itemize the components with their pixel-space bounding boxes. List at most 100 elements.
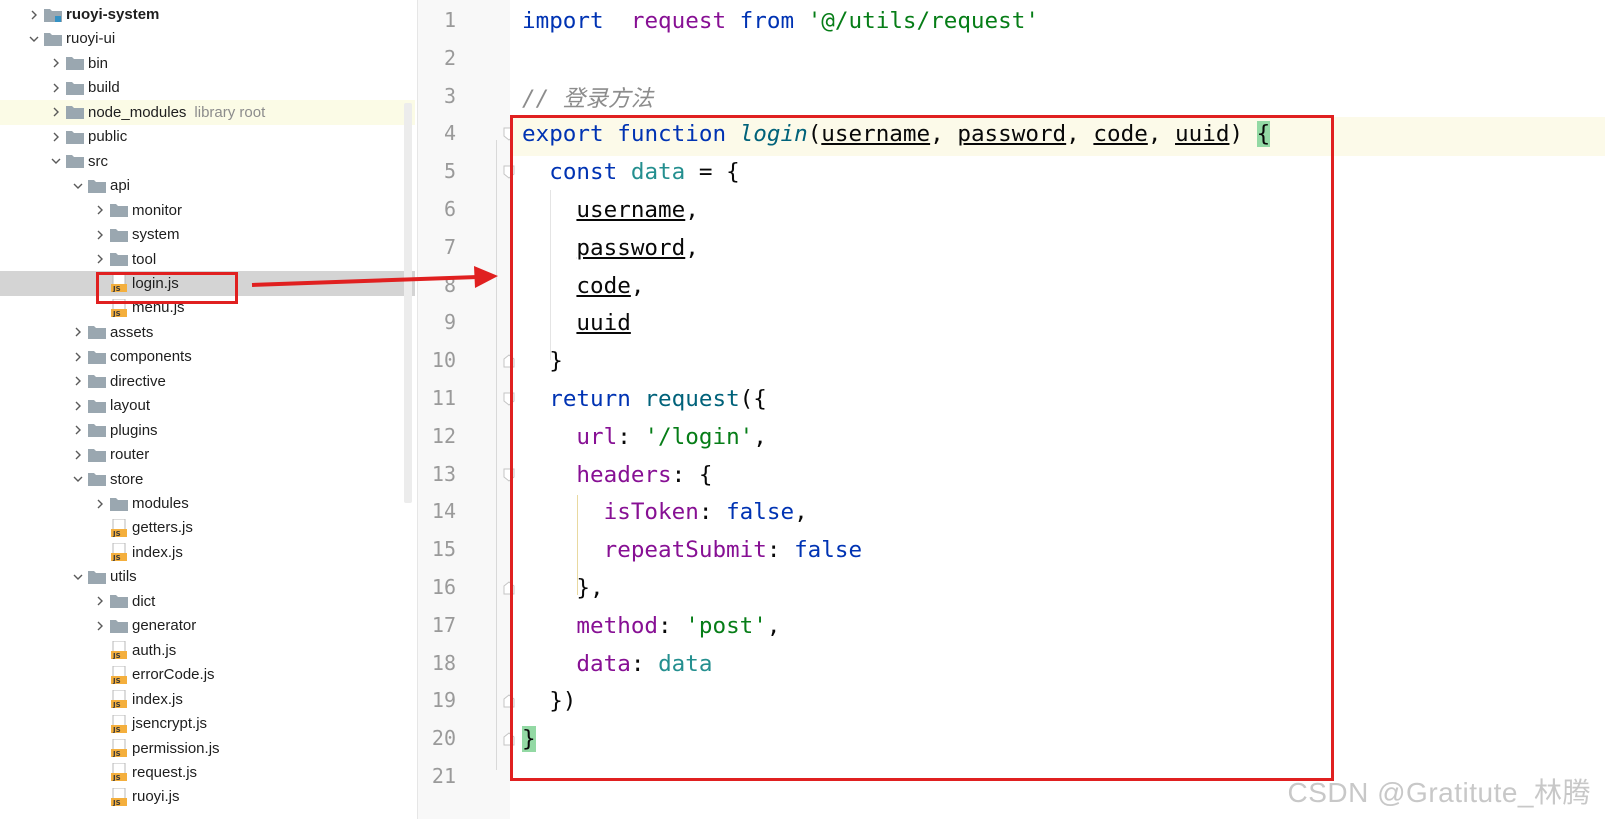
- tree-folder-item[interactable]: layout: [0, 393, 415, 418]
- tree-folder-item[interactable]: public: [0, 124, 415, 149]
- tree-item-label: src: [88, 152, 108, 170]
- tree-scrollbar[interactable]: [404, 103, 412, 503]
- code-token: request: [630, 8, 727, 34]
- tree-folder-item[interactable]: assets: [0, 320, 415, 345]
- chevron-right-icon[interactable]: [72, 393, 84, 418]
- tree-item-label: directive: [110, 372, 166, 390]
- folder-icon: [110, 497, 128, 511]
- tree-file-item[interactable]: JS ruoyi.js: [0, 784, 415, 809]
- tree-file-item[interactable]: JS errorCode.js: [0, 662, 415, 687]
- tree-folder-item[interactable]: components: [0, 344, 415, 369]
- watermark: CSDN @Gratitute_林腾: [1287, 777, 1591, 808]
- js-file-icon: JS: [111, 739, 127, 757]
- tree-folder-item[interactable]: plugins: [0, 418, 415, 443]
- chevron-down-icon[interactable]: [50, 149, 62, 174]
- tree-file-item[interactable]: JS jsencrypt.js: [0, 711, 415, 736]
- svg-text:JS: JS: [112, 726, 121, 733]
- folder-icon: [88, 179, 106, 193]
- tree-item-label: layout: [110, 397, 151, 415]
- line-number: 17: [431, 612, 456, 637]
- tree-item-label: plugins: [110, 421, 158, 439]
- line-number: 10: [431, 348, 456, 373]
- folder-icon: [88, 472, 106, 487]
- chevron-down-icon[interactable]: [72, 173, 84, 198]
- tree-item-label: ruoyi-ui: [66, 30, 116, 48]
- folder-icon: [88, 374, 106, 389]
- folder-icon: [88, 570, 106, 584]
- line-number: 19: [431, 688, 456, 713]
- chevron-right-icon[interactable]: [50, 124, 62, 149]
- code-line[interactable]: // 登录方法: [522, 78, 653, 116]
- tree-folder-item[interactable]: bin: [0, 51, 415, 76]
- tree-file-item[interactable]: JS auth.js: [0, 638, 415, 663]
- folder-icon: [44, 32, 62, 46]
- chevron-right-icon[interactable]: [50, 100, 62, 125]
- tree-folder-item[interactable]: monitor: [0, 198, 415, 223]
- code-line[interactable]: import request from '@/utils/request': [522, 2, 1039, 40]
- line-number: 8: [443, 272, 456, 297]
- chevron-right-icon[interactable]: [50, 51, 62, 76]
- line-number: 16: [431, 575, 456, 599]
- svg-text:JS: JS: [112, 310, 121, 317]
- chevron-down-icon[interactable]: [72, 467, 84, 492]
- library-root-hint: library root: [194, 103, 266, 121]
- code-token: from: [739, 8, 795, 34]
- tree-item-label: bin: [88, 54, 109, 72]
- line-number: 5: [443, 159, 456, 184]
- chevron-right-icon[interactable]: [94, 589, 106, 614]
- tree-folder-item[interactable]: router: [0, 442, 415, 467]
- tree-folder-item[interactable]: ruoyi-ui: [0, 26, 415, 51]
- project-tree[interactable]: ruoyi-system ruoyi-ui bin build node_modules…: [0, 0, 415, 819]
- tree-item-label: getters.js: [132, 519, 193, 537]
- js-file-icon: JS: [111, 665, 127, 684]
- chevron-right-icon[interactable]: [94, 198, 106, 223]
- tree-folder-item[interactable]: node_modules library root: [0, 99, 415, 125]
- tree-file-item[interactable]: JS index.js: [0, 540, 415, 565]
- line-number: 9: [443, 310, 456, 335]
- tree-item-label: router: [110, 446, 150, 464]
- file-highlight-box: [96, 272, 238, 304]
- chevron-down-icon[interactable]: [72, 564, 84, 589]
- tree-item-label: jsencrypt.js: [132, 715, 208, 733]
- tree-folder-item[interactable]: dict: [0, 589, 415, 614]
- tree-item-label: ruoyi-system: [66, 6, 160, 23]
- tree-folder-item[interactable]: api: [0, 173, 415, 198]
- chevron-right-icon[interactable]: [94, 491, 106, 516]
- chevron-right-icon[interactable]: [72, 369, 84, 394]
- chevron-down-icon[interactable]: [28, 26, 40, 51]
- line-number: 13: [431, 461, 456, 486]
- chevron-right-icon[interactable]: [72, 418, 84, 443]
- tree-file-item[interactable]: JS request.js: [0, 760, 415, 785]
- chevron-right-icon[interactable]: [72, 344, 84, 369]
- folder-icon: [110, 203, 128, 218]
- tree-folder-item[interactable]: store: [0, 467, 415, 492]
- tree-folder-item[interactable]: tool: [0, 247, 415, 272]
- folder-icon: [66, 81, 84, 95]
- tree-folder-item[interactable]: src: [0, 149, 415, 174]
- tree-folder-item[interactable]: utils: [0, 564, 415, 589]
- tree-folder-item[interactable]: directive: [0, 369, 415, 394]
- chevron-right-icon[interactable]: [94, 247, 106, 272]
- tree-folder-item[interactable]: build: [0, 75, 415, 100]
- chevron-right-icon[interactable]: [50, 75, 62, 100]
- tree-file-item[interactable]: JS index.js: [0, 687, 415, 712]
- tree-folder-item[interactable]: modules: [0, 491, 415, 516]
- chevron-right-icon[interactable]: [94, 613, 106, 638]
- tree-item-label: system: [132, 226, 180, 244]
- chevron-right-icon[interactable]: [72, 442, 84, 467]
- chevron-right-icon[interactable]: [28, 2, 40, 27]
- module-icon: [44, 8, 62, 22]
- chevron-right-icon[interactable]: [72, 320, 84, 345]
- tree-folder-item[interactable]: generator: [0, 613, 415, 638]
- tree-item-label: dict: [132, 592, 156, 610]
- tree-folder-item[interactable]: system: [0, 222, 415, 247]
- folder-icon: [110, 252, 128, 266]
- svg-text:JS: JS: [112, 652, 121, 659]
- tree-folder-item[interactable]: ruoyi-system: [0, 2, 415, 27]
- js-file-icon: JS: [111, 714, 127, 733]
- tree-item-label: store: [110, 470, 144, 488]
- tree-file-item[interactable]: JS permission.js: [0, 736, 415, 761]
- tree-file-item[interactable]: JS getters.js: [0, 515, 415, 540]
- chevron-right-icon[interactable]: [94, 222, 106, 247]
